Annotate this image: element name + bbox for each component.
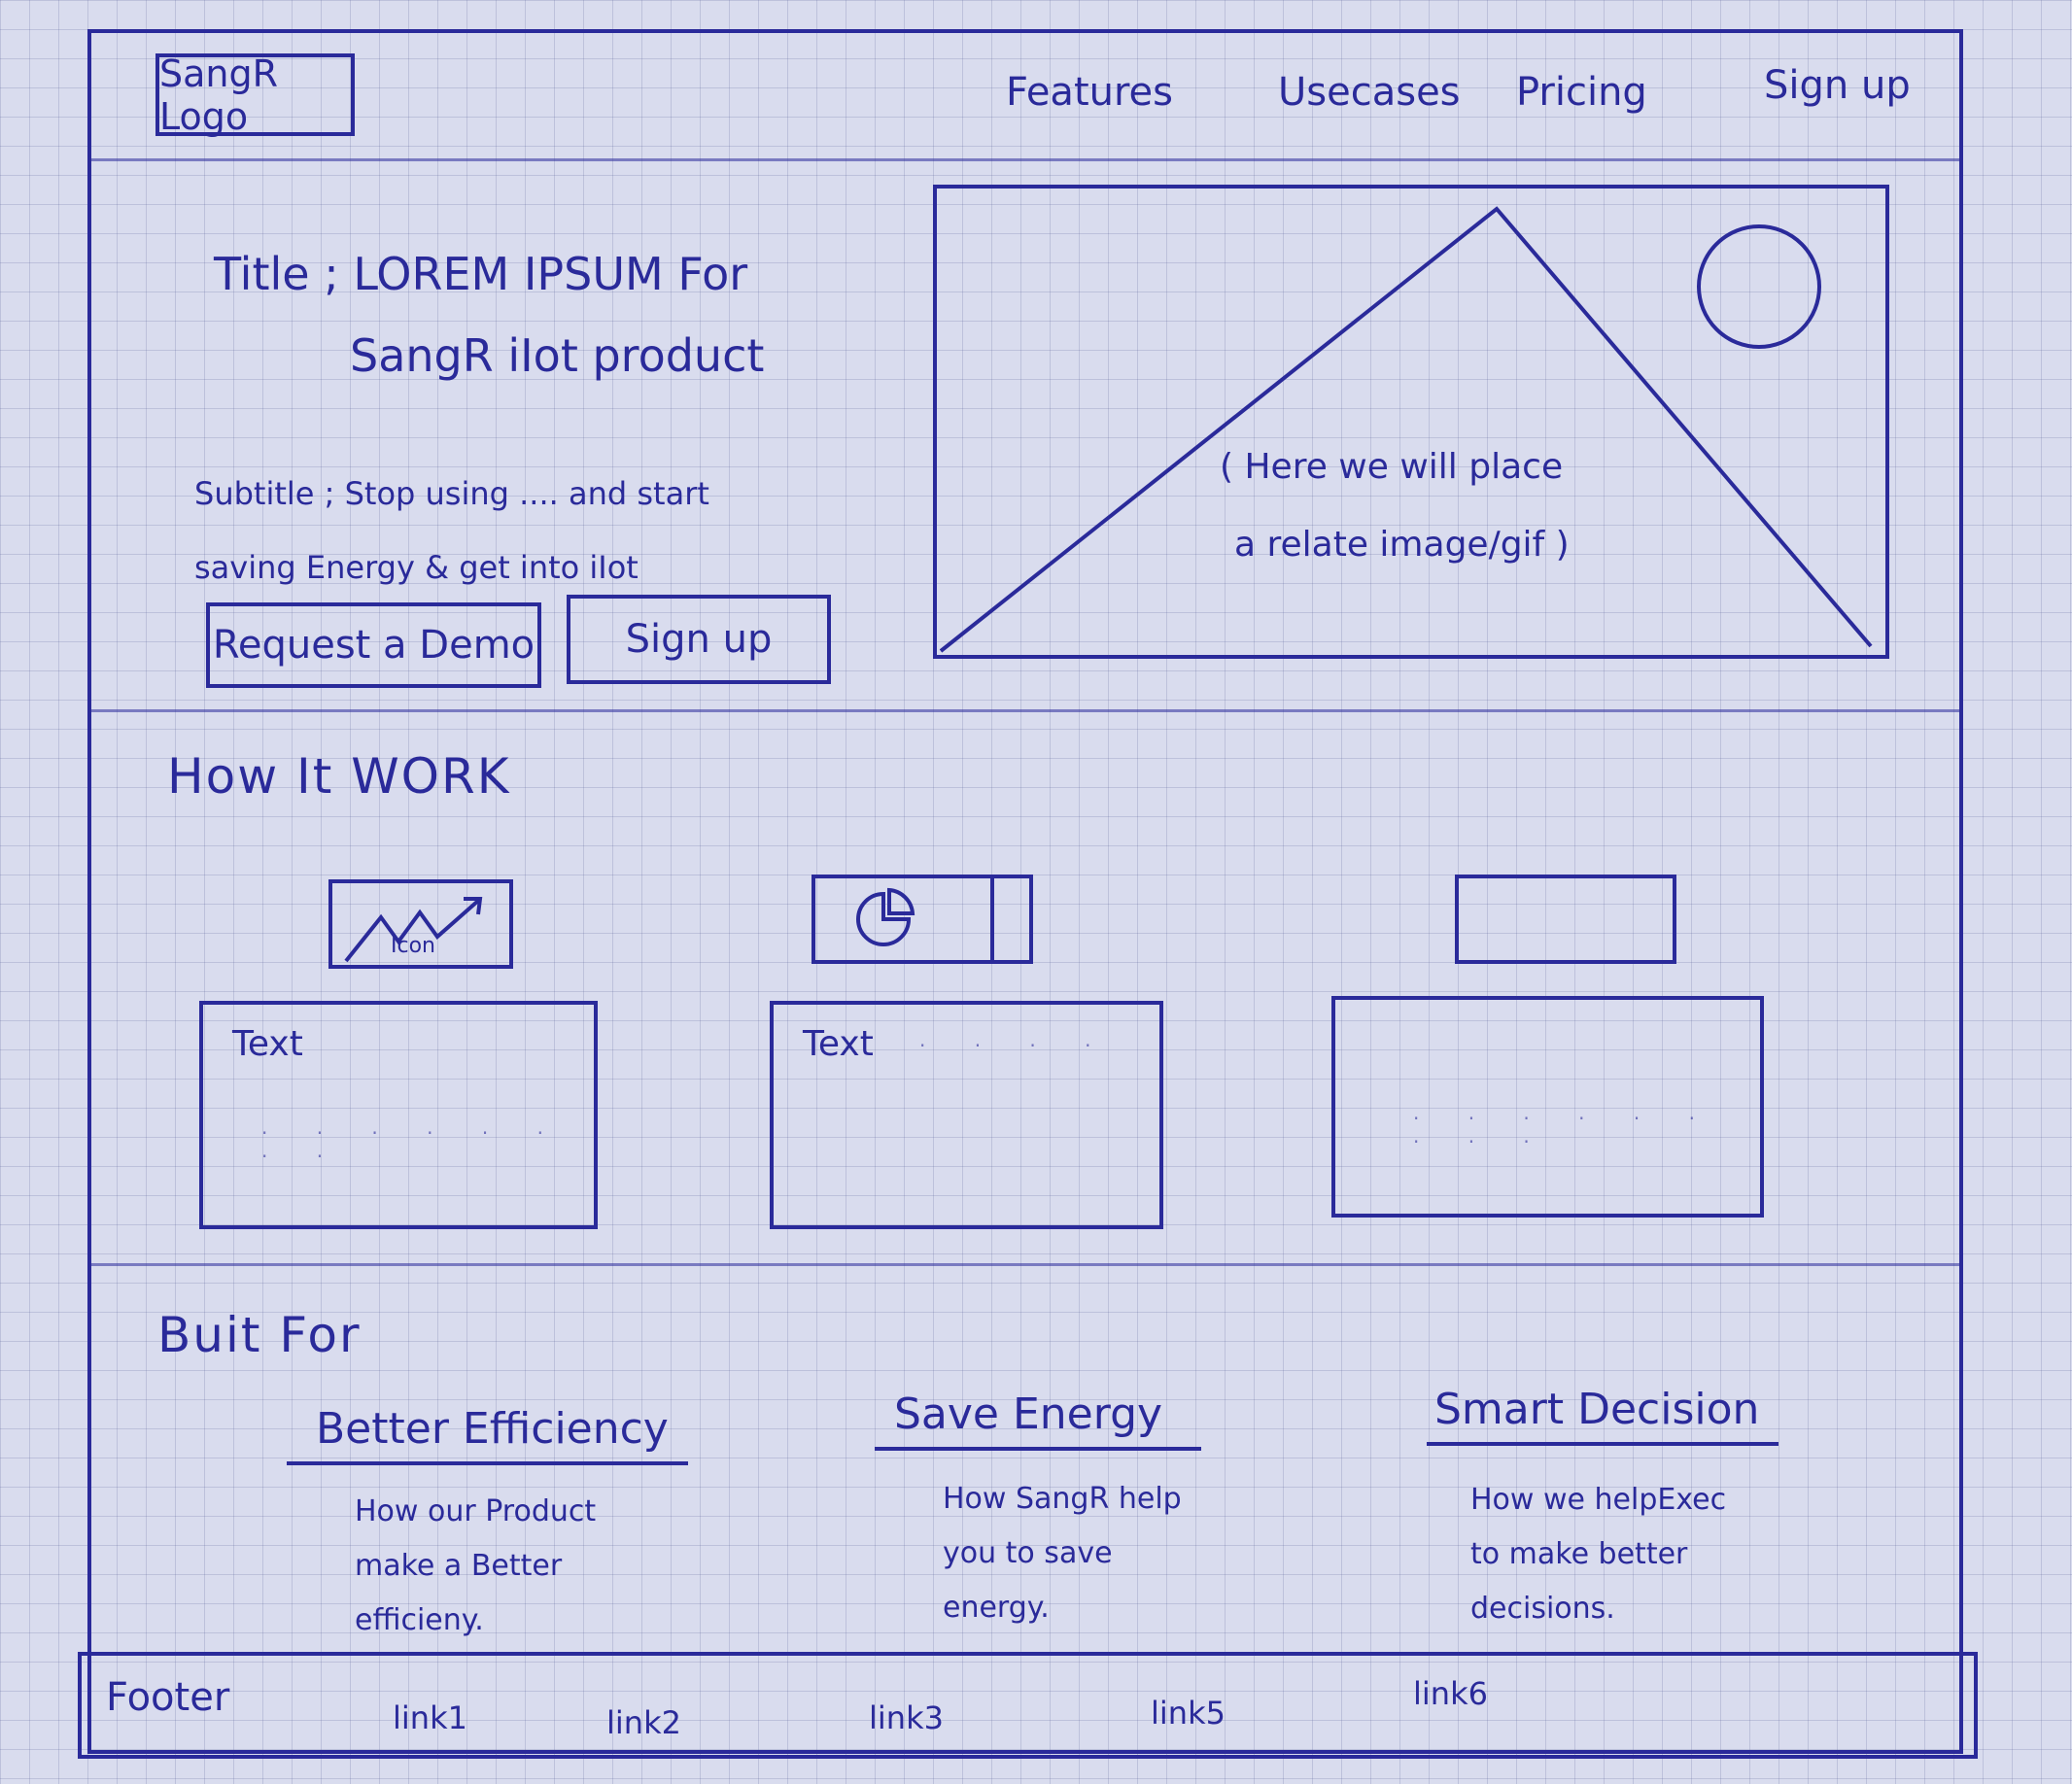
feature-1-desc-line1: How our Product — [355, 1494, 597, 1528]
built-for-heading: Buit For — [157, 1307, 362, 1363]
image-placeholder-icon — [933, 185, 1889, 659]
image-note-line2: a relate image/gif ) — [1234, 525, 1570, 565]
trend-chart-icon: Icon — [328, 879, 513, 969]
hero-title: Title ; LOREM IPSUM For SangR iIot produ… — [214, 233, 836, 396]
hero-divider — [89, 709, 1961, 712]
placeholder-dots: · · · · · · · · · — [1413, 1107, 1716, 1153]
feature-1-desc-line2: make a Better — [355, 1549, 563, 1583]
feature-2-desc-line3: energy. — [943, 1591, 1050, 1625]
feature-3-desc-line3: decisions. — [1470, 1592, 1615, 1626]
hero-title-line2: SangR iIot product — [350, 329, 765, 382]
how-it-works-card-1: Text · · · · · · · · — [199, 1001, 598, 1229]
footer-link-1[interactable]: link1 — [393, 1699, 467, 1736]
hero-image-placeholder: ( Here we will place a relate image/gif … — [933, 185, 1890, 661]
feature-2-title: Save Energy — [875, 1389, 1202, 1451]
footer-link-3[interactable]: link3 — [869, 1699, 944, 1736]
feature-1-desc: How our Product make a Better efficieny. — [355, 1485, 688, 1648]
feature-3-desc-line2: to make better — [1470, 1537, 1688, 1571]
nav-usecases[interactable]: Usecases — [1278, 70, 1461, 115]
how-it-works-heading: How It WORK — [167, 748, 511, 805]
feature-3-title: Smart Decision — [1427, 1385, 1779, 1446]
icon-label: Icon — [391, 934, 435, 958]
pie-chart-icon-box — [812, 875, 1033, 964]
logo-text: SangR Logo — [159, 51, 279, 138]
card-1-text: Text — [232, 1024, 303, 1064]
feature-1-title: Better Efficiency — [287, 1404, 688, 1465]
feature-1-desc-line3: efficieny. — [355, 1603, 484, 1637]
placeholder-dots: · · · · · · · · — [261, 1121, 565, 1168]
feature-2-desc-line2: you to save — [943, 1536, 1113, 1570]
nav-features[interactable]: Features — [1006, 70, 1173, 115]
feature-3-desc-line1: How we helpExec — [1470, 1483, 1727, 1517]
footer: Footer link1 link2 link3 link5 link6 — [78, 1652, 1978, 1759]
feature-2-desc: How SangR help you to save energy. — [943, 1472, 1201, 1635]
nav-pricing[interactable]: Pricing — [1516, 70, 1647, 115]
hero-title-line1: Title ; LOREM IPSUM For — [214, 248, 748, 300]
feature-smart-decision: Smart Decision How we helpExec to make b… — [1427, 1385, 1779, 1636]
icon-placeholder — [1455, 875, 1676, 964]
nav-sign-up[interactable]: Sign up — [1764, 63, 1911, 108]
how-it-works-card-2: Text · · · · — [770, 1001, 1163, 1229]
footer-link-6[interactable]: link6 — [1413, 1675, 1488, 1712]
logo[interactable]: SangR Logo — [155, 51, 355, 138]
hero-subtitle-line2: saving Energy & get into iIot — [194, 549, 639, 586]
feature-3-desc: How we helpExec to make better decisions… — [1470, 1473, 1778, 1636]
footer-title: Footer — [106, 1675, 230, 1720]
placeholder-dots: · · · · — [919, 1034, 1113, 1057]
card-2-text: Text — [803, 1024, 874, 1064]
how-it-works-divider — [89, 1263, 1961, 1266]
hero-sign-up-label: Sign up — [625, 617, 773, 662]
feature-save-energy: Save Energy How SangR help you to save e… — [875, 1389, 1202, 1635]
hero-subtitle: Subtitle ; Stop using .... and start sav… — [194, 457, 816, 604]
request-demo-button[interactable]: Request a Demo — [206, 602, 541, 688]
pie-chart-icon — [856, 878, 994, 960]
hero-subtitle-line1: Subtitle ; Stop using .... and start — [194, 475, 709, 512]
footer-link-5[interactable]: link5 — [1151, 1695, 1226, 1732]
hero-sign-up-button[interactable]: Sign up — [567, 595, 831, 684]
how-it-works-card-3: · · · · · · · · · — [1331, 996, 1764, 1218]
request-demo-label: Request a Demo — [212, 623, 535, 668]
header-divider — [89, 158, 1961, 161]
image-note-line1: ( Here we will place — [1220, 447, 1564, 487]
footer-link-2[interactable]: link2 — [606, 1704, 681, 1741]
feature-2-desc-line1: How SangR help — [943, 1482, 1182, 1516]
feature-better-efficiency: Better Efficiency How our Product make a… — [287, 1404, 688, 1648]
